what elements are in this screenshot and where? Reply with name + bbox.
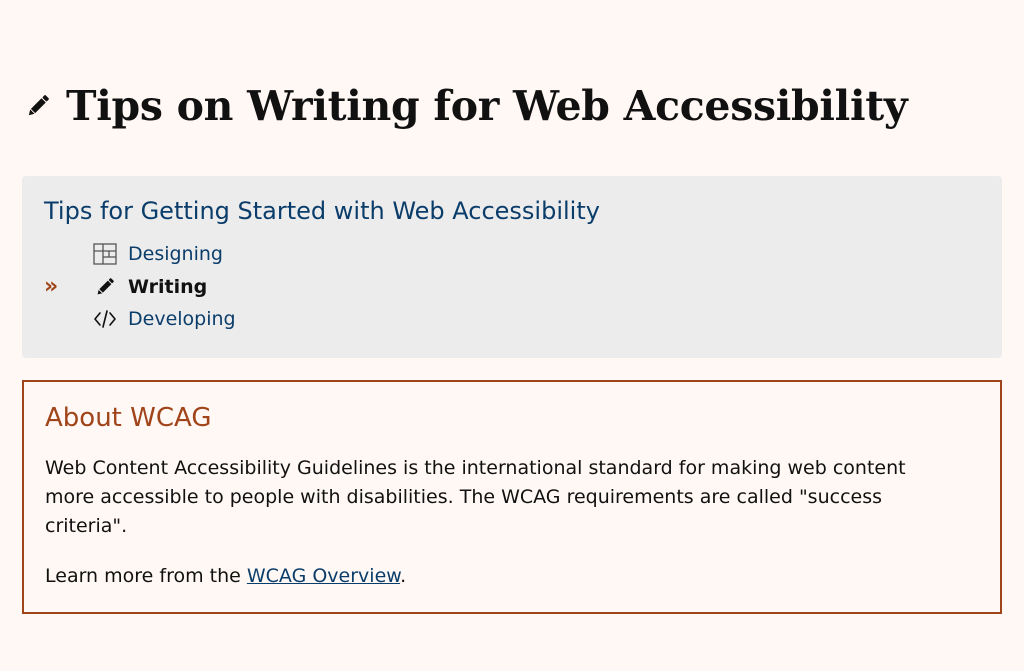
pencil-icon	[93, 276, 117, 298]
learn-more-prefix: Learn more from the	[45, 565, 247, 587]
current-page-marker: »	[44, 271, 58, 303]
about-wcag-description: Web Content Accessibility Guidelines is …	[45, 457, 906, 537]
pencil-icon	[24, 92, 52, 120]
page-header: Tips on Writing for Web Accessibility	[24, 76, 908, 136]
current-marker-glyph: »	[44, 274, 59, 299]
tips-link-developing[interactable]: Developing	[128, 303, 236, 335]
tips-heading: Tips for Getting Started with Web Access…	[44, 197, 600, 225]
tips-navigation-box: Tips for Getting Started with Web Access…	[22, 176, 1002, 358]
about-wcag-heading: About WCAG	[45, 403, 212, 433]
layout-grid-icon	[93, 243, 117, 265]
about-wcag-box: About WCAG Web Content Accessibility Gui…	[22, 380, 1002, 614]
page-title: Tips on Writing for Web Accessibility	[66, 82, 908, 130]
learn-more-suffix: .	[400, 565, 407, 587]
wcag-overview-link[interactable]: WCAG Overview	[247, 565, 400, 587]
tips-link-designing[interactable]: Designing	[128, 238, 223, 270]
code-icon	[93, 308, 117, 330]
tips-current-writing: Writing	[128, 275, 208, 298]
learn-more-text: Learn more from the WCAG Overview.	[45, 562, 406, 591]
